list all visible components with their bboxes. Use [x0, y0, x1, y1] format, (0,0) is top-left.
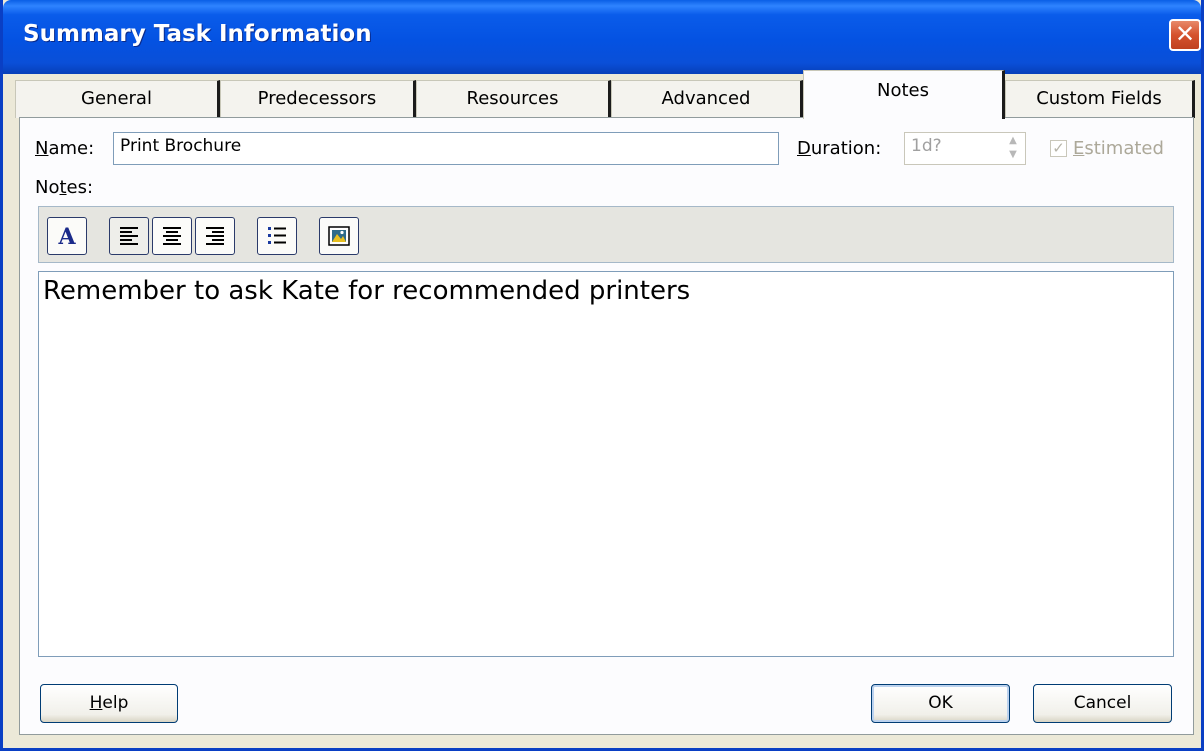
font-icon: A [57, 224, 76, 249]
summary-task-dialog: Summary Task Information ✕ General Prede… [0, 0, 1204, 751]
align-center-button[interactable] [152, 217, 192, 255]
checkmark-icon: ✓ [1052, 139, 1065, 157]
tab-custom-fields[interactable]: Custom Fields [1005, 80, 1195, 118]
tab-advanced[interactable]: Advanced [611, 80, 803, 118]
align-left-icon [120, 227, 138, 245]
bullets-button[interactable] [257, 217, 297, 255]
cancel-button[interactable]: Cancel [1033, 684, 1172, 723]
close-button[interactable]: ✕ [1169, 19, 1201, 51]
notes-toolbar: A [38, 206, 1174, 263]
spin-up-icon[interactable]: ▲ [1002, 134, 1024, 148]
insert-object-icon [328, 226, 350, 246]
close-icon: ✕ [1174, 20, 1196, 48]
name-field[interactable]: Print Brochure [113, 132, 779, 165]
help-button[interactable]: Help [40, 684, 178, 723]
duration-label: Duration: [797, 138, 882, 159]
bullets-icon [268, 227, 286, 244]
tab-general[interactable]: General [15, 80, 220, 118]
insert-object-button[interactable] [319, 217, 359, 255]
ok-button[interactable]: OK [871, 684, 1010, 723]
name-label: Name: [35, 138, 95, 159]
estimated-checkbox[interactable]: ✓ [1050, 140, 1067, 157]
duration-spinner[interactable]: ▲ ▼ [1002, 134, 1024, 163]
svg-text:A: A [57, 224, 76, 249]
notes-text-area[interactable]: Remember to ask Kate for recommended pri… [38, 271, 1174, 657]
dialog-title: Summary Task Information [23, 21, 372, 47]
align-right-icon [206, 227, 224, 245]
align-left-button[interactable] [109, 217, 149, 255]
align-center-icon [163, 227, 181, 245]
tab-resources[interactable]: Resources [416, 80, 611, 118]
tab-predecessors[interactable]: Predecessors [220, 80, 416, 118]
title-bar[interactable]: Summary Task Information ✕ [3, 0, 1201, 74]
estimated-label: Estimated [1073, 138, 1164, 159]
align-right-button[interactable] [195, 217, 235, 255]
tab-notes[interactable]: Notes [803, 70, 1005, 119]
spin-down-icon[interactable]: ▼ [1002, 148, 1024, 162]
notes-tab-panel: Name: Print Brochure Duration: 1d? ▲ ▼ ✓… [19, 117, 1194, 735]
notes-label: Notes: [35, 177, 94, 198]
format-font-button[interactable]: A [47, 217, 87, 255]
tab-strip: General Predecessors Resources Advanced … [15, 68, 1197, 119]
notes-text: Remember to ask Kate for recommended pri… [43, 276, 691, 306]
